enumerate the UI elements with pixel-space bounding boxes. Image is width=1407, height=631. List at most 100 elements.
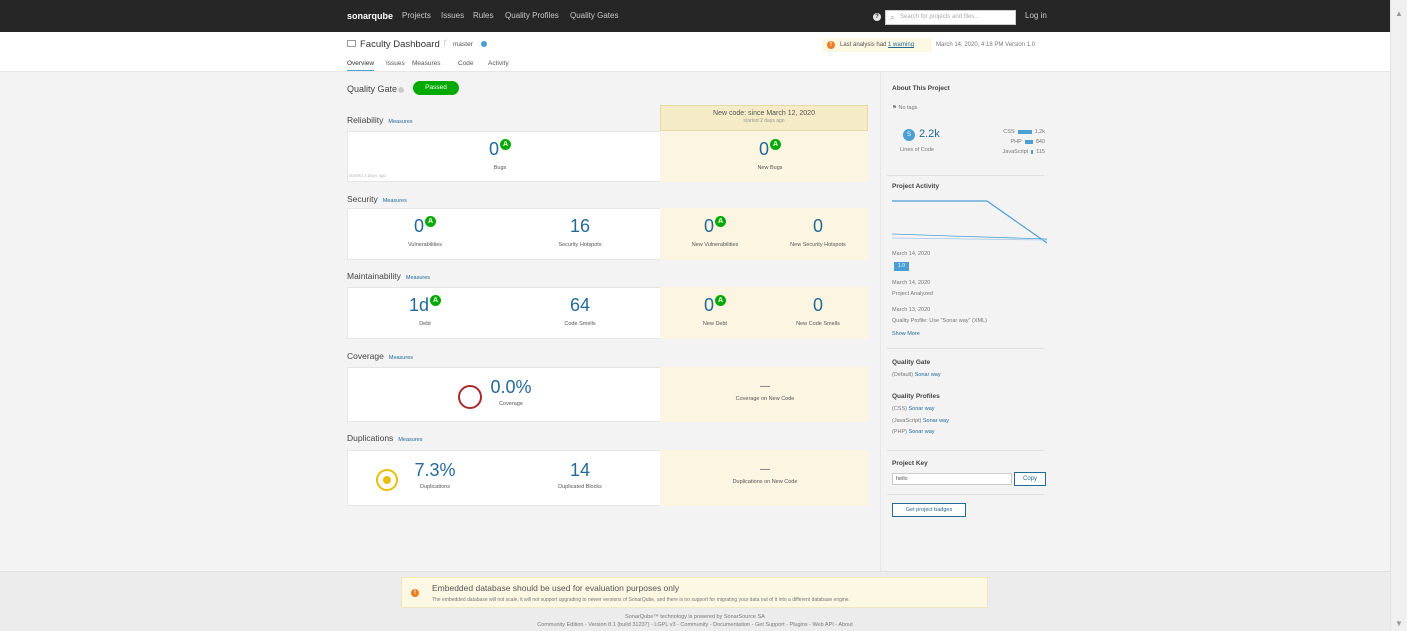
bugs-rating[interactable]: A <box>500 139 511 150</box>
new-vulnerabilities-rating[interactable]: A <box>715 216 726 227</box>
branch-info-icon[interactable] <box>481 41 487 47</box>
tab-overview[interactable]: Overview <box>347 60 375 71</box>
new-bugs-metric[interactable]: 0A New Bugs <box>740 139 800 171</box>
nav-quality-profiles[interactable]: Quality Profiles <box>505 11 559 20</box>
new-debt-metric[interactable]: 0A New Debt <box>670 295 760 327</box>
analysis-prefix: Last analysis had <box>840 42 889 48</box>
activity-title: Project Activity <box>892 183 940 190</box>
new-security-hotspots-metric[interactable]: 0 New Security Hotspots <box>768 216 868 248</box>
vulnerabilities-value[interactable]: 0 <box>414 216 424 236</box>
analysis-warning-text: Last analysis had 1 warning <box>840 42 914 48</box>
quality-gate-link[interactable]: Sonar way <box>915 372 941 378</box>
duplications-value[interactable]: 7.3% <box>405 460 465 480</box>
about-title: About This Project <box>892 85 950 92</box>
embedded-db-warning-title: Embedded database should be used for eva… <box>432 583 680 593</box>
new-vulnerabilities-metric[interactable]: 0A New Vulnerabilities <box>670 216 760 248</box>
profile-link[interactable]: Sonar way <box>923 418 949 424</box>
coverage-label-small: Coverage <box>499 401 523 407</box>
maintainability-measures-link[interactable]: Measures <box>406 275 430 281</box>
duplicated-blocks-metric[interactable]: 14 Duplicated Blocks <box>535 460 625 490</box>
new-bugs-value[interactable]: 0 <box>759 139 769 159</box>
scroll-down-icon[interactable]: ▼ <box>1395 619 1403 628</box>
bugs-metric[interactable]: 0A Bugs <box>470 139 530 171</box>
project-key-field[interactable]: hello <box>892 473 1012 485</box>
sonarqube-logo[interactable]: sonarqube <box>347 11 393 21</box>
project-header: Faculty Dashboard ᚴ master Overview Issu… <box>0 32 1390 72</box>
loc-value[interactable]: 2.2k <box>919 128 940 140</box>
quality-gate-status-badge: Passed <box>413 81 459 95</box>
code-smells-metric[interactable]: 64 Code Smells <box>535 295 625 327</box>
security-measures-link[interactable]: Measures <box>383 198 407 204</box>
new-code-smells-metric[interactable]: 0 New Code Smells <box>768 295 868 327</box>
debt-rating[interactable]: A <box>430 295 442 306</box>
new-vulnerabilities-label: New Vulnerabilities <box>691 242 739 248</box>
show-more-link[interactable]: Show More <box>892 331 920 337</box>
bugs-value[interactable]: 0 <box>489 139 499 159</box>
qg-default-label: (Default) <box>892 372 914 378</box>
duplicated-blocks-value[interactable]: 14 <box>535 460 625 480</box>
reliability-measures-link[interactable]: Measures <box>388 119 412 125</box>
analysis-warning-link[interactable]: 1 warning <box>888 42 914 48</box>
lang-name: PHP <box>1010 139 1022 145</box>
quality-gate-info-icon[interactable] <box>398 87 404 93</box>
tab-activity[interactable]: Activity <box>488 60 509 67</box>
nav-rules[interactable]: Rules <box>473 11 493 20</box>
sidebar-quality-gate-title: Quality Gate <box>892 359 931 366</box>
profile-link[interactable]: Sonar way <box>909 429 935 435</box>
profile-link[interactable]: Sonar way <box>909 406 935 412</box>
coverage-measures-link[interactable]: Measures <box>389 355 413 361</box>
security-title: Security Measures <box>347 194 407 204</box>
new-debt-value[interactable]: 0 <box>704 295 714 315</box>
activity-graph[interactable] <box>892 196 1047 246</box>
vulnerabilities-metric[interactable]: 0A Vulnerabilities <box>380 216 470 248</box>
security-hotspots-metric[interactable]: 16 Security Hotspots <box>535 216 625 248</box>
top-navbar: sonarqube Projects Issues Rules Quality … <box>0 0 1390 32</box>
duplications-measures-link[interactable]: Measures <box>398 437 422 443</box>
page-scrollbar[interactable]: ▲ ▼ <box>1390 0 1407 631</box>
duplications-label-small: Duplications <box>420 484 450 490</box>
code-smells-value[interactable]: 64 <box>535 295 625 315</box>
vulnerabilities-rating[interactable]: A <box>425 216 436 227</box>
new-code-smells-value[interactable]: 0 <box>768 295 868 315</box>
help-icon[interactable]: ? <box>873 13 881 21</box>
duplications-label: Duplications <box>347 433 394 443</box>
event-date: March 13, 2020 <box>892 307 931 313</box>
tab-code[interactable]: Code <box>458 60 474 67</box>
nav-projects[interactable]: Projects <box>402 11 431 20</box>
new-security-hotspots-value[interactable]: 0 <box>768 216 868 236</box>
bugs-label: Bugs <box>493 165 507 171</box>
search-input[interactable]: ⌕ Search for projects and files... <box>885 10 1016 25</box>
reliability-title: Reliability Measures <box>347 115 413 125</box>
copy-key-button[interactable]: Copy <box>1014 472 1046 486</box>
project-name[interactable]: Faculty Dashboard <box>360 39 440 50</box>
scroll-up-icon[interactable]: ▲ <box>1395 9 1403 18</box>
get-project-badges-button[interactable]: Get project badges <box>892 503 966 517</box>
coverage-value[interactable]: 0.0% <box>486 377 536 397</box>
nav-issues[interactable]: Issues <box>441 11 464 20</box>
event-date: March 14, 2020 <box>892 251 931 257</box>
branch-name[interactable]: master <box>453 41 473 48</box>
new-debt-label: New Debt <box>702 321 728 327</box>
lang-name: JavaScript <box>1002 149 1029 155</box>
tab-measures[interactable]: Measures <box>412 60 441 67</box>
tab-issues[interactable]: Issues <box>386 60 405 67</box>
coverage-metric[interactable]: 0.0% Coverage <box>486 377 536 407</box>
duplications-metric[interactable]: 7.3% Duplications <box>405 460 465 490</box>
new-debt-rating[interactable]: A <box>715 295 726 306</box>
branch-icon: ᚴ <box>443 39 448 48</box>
new-security-hotspots-label: New Security Hotspots <box>790 242 846 248</box>
lang-value: 115 <box>1036 149 1045 155</box>
loc-label: Lines of Code <box>900 147 934 153</box>
nav-quality-gates[interactable]: Quality Gates <box>570 11 618 20</box>
lang-bar <box>1017 129 1032 134</box>
tags-label[interactable]: ⚑ No tags <box>892 105 917 111</box>
new-bugs-rating[interactable]: A <box>770 139 781 150</box>
footer-links[interactable]: Community Edition - Version 8.1 (build 3… <box>0 622 1390 628</box>
version-tag: 1.0 <box>894 262 909 271</box>
logo-text: sonarqube <box>347 11 394 21</box>
debt-value[interactable]: 1d <box>409 295 429 315</box>
new-vulnerabilities-value[interactable]: 0 <box>704 216 714 236</box>
security-hotspots-value[interactable]: 16 <box>535 216 625 236</box>
login-link[interactable]: Log in <box>1025 11 1047 20</box>
debt-metric[interactable]: 1d A Debt <box>380 295 470 327</box>
